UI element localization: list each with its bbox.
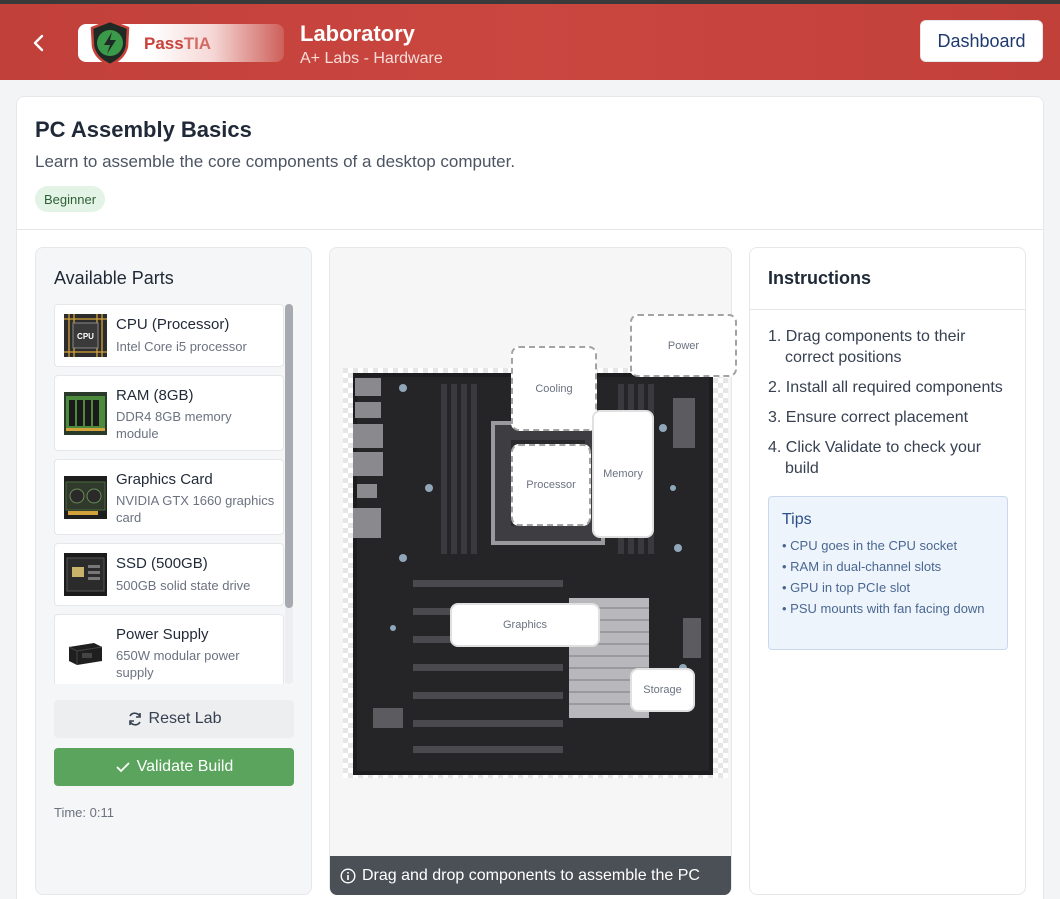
part-name: RAM (8GB) bbox=[116, 387, 194, 404]
parts-list[interactable]: CPU CPU (Processor) Intel Core i5 proces… bbox=[54, 304, 286, 684]
scrollbar-thumb[interactable] bbox=[285, 304, 293, 608]
parts-panel-title: Available Parts bbox=[54, 268, 174, 288]
tips-list: • CPU goes in the CPU socket • RAM in du… bbox=[782, 537, 1002, 621]
part-description: 650W modular power supply bbox=[116, 648, 240, 680]
power-supply-icon bbox=[64, 631, 107, 674]
part-name: SSD (500GB) bbox=[116, 555, 208, 572]
dashboard-button[interactable]: Dashboard bbox=[920, 20, 1043, 62]
chevron-left-icon bbox=[33, 34, 44, 52]
assembly-workspace[interactable]: Power Cooling Processor Memory Graphics … bbox=[329, 247, 737, 895]
refresh-icon bbox=[128, 712, 141, 726]
instruction-step: 1. Drag components to their correct posi… bbox=[768, 328, 966, 366]
page-title: Laboratory bbox=[300, 21, 415, 46]
app-header: PassTIA Laboratory A+ Labs - Hardware Da… bbox=[0, 4, 1060, 80]
part-item-ssd[interactable]: SSD (500GB) 500GB solid state drive bbox=[54, 543, 284, 606]
instructions-panel: Instructions 1. Drag components to their… bbox=[749, 247, 1026, 895]
ssd-icon bbox=[64, 553, 107, 596]
tip-item: • RAM in dual-channel slots bbox=[782, 559, 942, 574]
check-icon bbox=[116, 762, 130, 773]
part-item-graphics-card[interactable]: Graphics Card NVIDIA GTX 1660 graphics c… bbox=[54, 459, 284, 535]
instruction-step: 4. Click Validate to check your build bbox=[768, 439, 982, 477]
tip-item: • CPU goes in the CPU socket bbox=[782, 538, 958, 553]
drop-zone-processor[interactable]: Processor bbox=[511, 444, 591, 526]
divider bbox=[750, 309, 1025, 310]
reset-lab-button[interactable]: Reset Lab bbox=[54, 700, 294, 738]
part-name: CPU (Processor) bbox=[116, 316, 230, 333]
reset-lab-label: Reset Lab bbox=[148, 710, 222, 727]
lab-card: PC Assembly Basics Learn to assemble the… bbox=[16, 96, 1044, 899]
drop-zone-graphics[interactable]: Graphics bbox=[450, 603, 600, 647]
tips-box: Tips • CPU goes in the CPU socket • RAM … bbox=[768, 496, 1008, 650]
divider bbox=[17, 229, 1043, 230]
instructions-title: Instructions bbox=[768, 268, 872, 288]
tip-item: • GPU in top PCIe slot bbox=[782, 580, 911, 595]
part-item-cpu[interactable]: CPU CPU (Processor) Intel Core i5 proces… bbox=[54, 304, 284, 367]
logo-text: PassTIA bbox=[144, 34, 212, 53]
cpu-chip-label: CPU bbox=[77, 332, 94, 341]
drop-zone-memory[interactable]: Memory bbox=[592, 410, 654, 538]
lab-timer: Time: 0:11 bbox=[54, 805, 114, 820]
page-subtitle: A+ Labs - Hardware bbox=[300, 50, 443, 67]
parts-panel: Available Parts CPU CPU (Processor) Inte… bbox=[35, 247, 312, 895]
workspace-hint: Drag and drop components to assemble the… bbox=[330, 856, 731, 895]
instruction-steps: 1. Drag components to their correct posi… bbox=[768, 326, 1018, 488]
instruction-step: 3. Ensure correct placement bbox=[768, 409, 969, 426]
tip-item: • PSU mounts with fan facing down bbox=[782, 601, 985, 616]
graphics-card-icon bbox=[64, 476, 107, 519]
workspace-hint-text: Drag and drop components to assemble the… bbox=[362, 866, 700, 884]
part-item-ram[interactable]: RAM (8GB) DDR4 8GB memory module bbox=[54, 375, 284, 451]
instruction-step: 2. Install all required components bbox=[768, 379, 1003, 396]
drop-zone-power[interactable]: Power bbox=[630, 314, 737, 377]
part-item-power-supply[interactable]: Power Supply 650W modular power supply bbox=[54, 614, 284, 684]
lab-title: PC Assembly Basics bbox=[35, 117, 252, 142]
part-description: Intel Core i5 processor bbox=[116, 339, 247, 354]
drop-zone-storage[interactable]: Storage bbox=[630, 668, 695, 712]
validate-build-button[interactable]: Validate Build bbox=[54, 748, 294, 786]
logo[interactable]: PassTIA bbox=[78, 19, 284, 67]
tips-title: Tips bbox=[782, 511, 812, 528]
validate-build-label: Validate Build bbox=[136, 758, 234, 775]
part-name: Power Supply bbox=[116, 626, 209, 643]
lightning-shield-icon bbox=[90, 19, 130, 67]
part-description: 500GB solid state drive bbox=[116, 578, 251, 593]
ram-module-icon bbox=[64, 392, 107, 435]
parts-scrollbar[interactable] bbox=[285, 304, 293, 684]
lab-description: Learn to assemble the core components of… bbox=[35, 152, 516, 171]
part-description: NVIDIA GTX 1660 graphics card bbox=[116, 493, 275, 525]
drop-zone-cooling[interactable]: Cooling bbox=[511, 346, 597, 431]
part-name: Graphics Card bbox=[116, 471, 213, 488]
info-icon bbox=[340, 867, 356, 884]
part-description: DDR4 8GB memory module bbox=[116, 409, 232, 441]
difficulty-badge: Beginner bbox=[35, 186, 106, 212]
cpu-chip-icon: CPU bbox=[64, 314, 107, 357]
back-button[interactable] bbox=[22, 26, 56, 60]
